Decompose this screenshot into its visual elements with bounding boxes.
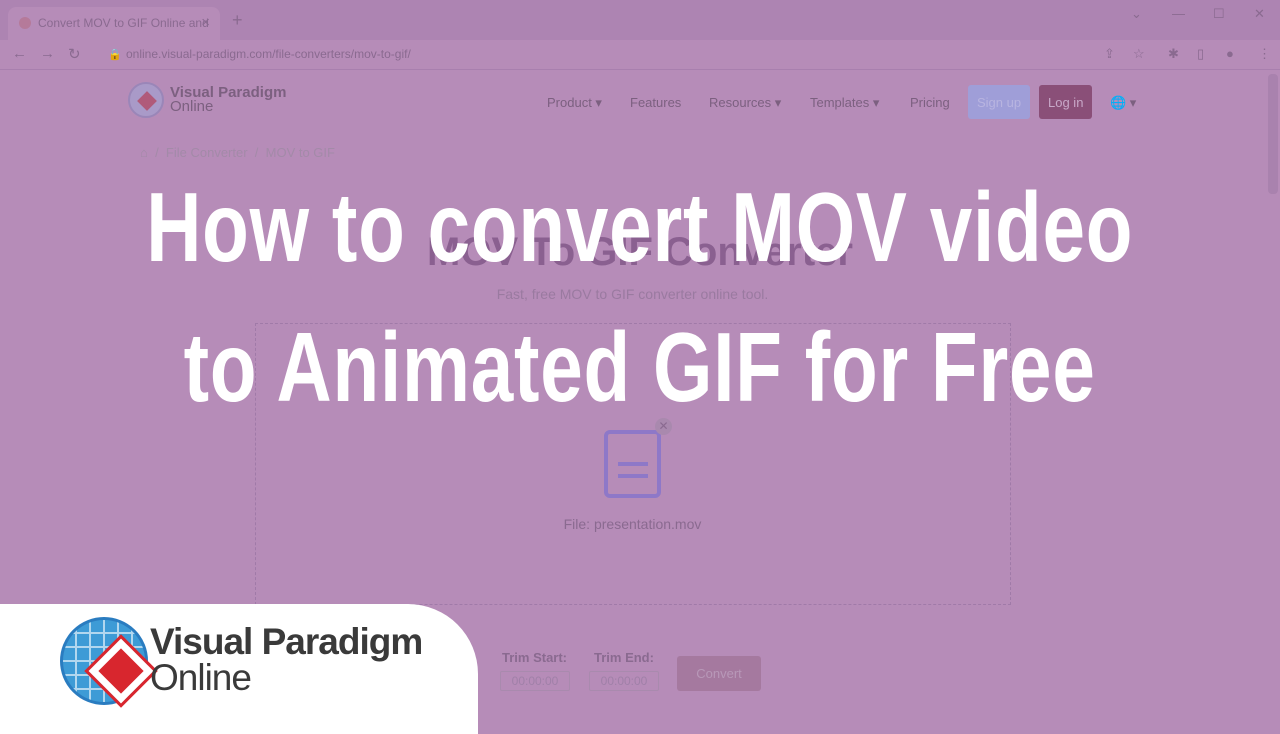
logo-globe-icon [128, 82, 164, 118]
menu-templates[interactable]: Templates ▾ [810, 95, 879, 111]
language-globe-icon[interactable]: 🌐 ▾ [1110, 95, 1136, 111]
trim-end-input[interactable]: 00:00:00 [589, 671, 659, 691]
share-icon[interactable]: ⇪ [1104, 46, 1115, 62]
signup-button[interactable]: Sign up [968, 85, 1031, 119]
file-name: File: presentation.mov [563, 516, 702, 532]
forward-icon[interactable]: → [40, 45, 55, 62]
overlay-title-line1: How to convert MOV video [146, 172, 1134, 282]
menu-product[interactable]: Product ▾ [547, 95, 602, 111]
tab-bar: Convert MOV to GIF Online and × + ⌄ — ☐ ✕ [0, 0, 1280, 40]
back-icon[interactable]: ← [12, 45, 27, 62]
home-icon[interactable]: ⌂ [140, 145, 148, 160]
brand-text: Visual Paradigm Online [150, 621, 423, 698]
menu-icon[interactable]: ⋮ [1258, 46, 1271, 62]
minimize-icon[interactable]: — [1172, 6, 1185, 21]
bookmark-star-icon[interactable]: ☆ [1133, 46, 1145, 62]
overlay-title-line2: to Animated GIF for Free [183, 312, 1096, 422]
menu-pricing[interactable]: Pricing [910, 95, 950, 110]
browser-tab[interactable]: Convert MOV to GIF Online and × [8, 7, 220, 40]
menu-features[interactable]: Features [630, 95, 681, 110]
new-tab-icon[interactable]: + [232, 10, 243, 31]
trim-start-label: Trim Start: [502, 650, 568, 665]
maximize-icon[interactable]: ☐ [1213, 6, 1225, 22]
extensions-icon[interactable]: ✱ [1168, 46, 1179, 62]
tab-title: Convert MOV to GIF Online and [38, 16, 209, 30]
close-window-icon[interactable]: ✕ [1254, 6, 1265, 22]
reload-icon[interactable]: ↻ [68, 45, 81, 63]
login-button[interactable]: Log in [1039, 85, 1093, 119]
tab-search-icon[interactable]: ⌄ [1131, 6, 1142, 22]
breadcrumb-current: MOV to GIF [265, 145, 335, 160]
site-logo[interactable]: Visual Paradigm Online [128, 82, 286, 118]
trim-start-input[interactable]: 00:00:00 [500, 671, 570, 691]
breadcrumb: ⌂ / File Converter / MOV to GIF [140, 145, 335, 160]
url-input[interactable]: online.visual-paradigm.com/file-converte… [126, 47, 411, 61]
trim-end-label: Trim End: [594, 650, 654, 665]
logo-subtext: Online [170, 98, 214, 115]
profile-icon[interactable]: ● [1226, 46, 1234, 61]
address-bar: ← → ↻ 🔒 online.visual-paradigm.com/file-… [0, 40, 1280, 70]
convert-button[interactable]: Convert [677, 656, 761, 691]
favicon-icon [19, 17, 31, 29]
close-tab-icon[interactable]: × [201, 14, 210, 31]
lock-icon: 🔒 [108, 49, 122, 61]
breadcrumb-file-converter[interactable]: File Converter [166, 145, 248, 160]
document-icon [604, 430, 661, 498]
menu-resources[interactable]: Resources ▾ [709, 95, 781, 111]
side-panel-icon[interactable]: ▯ [1197, 46, 1204, 62]
